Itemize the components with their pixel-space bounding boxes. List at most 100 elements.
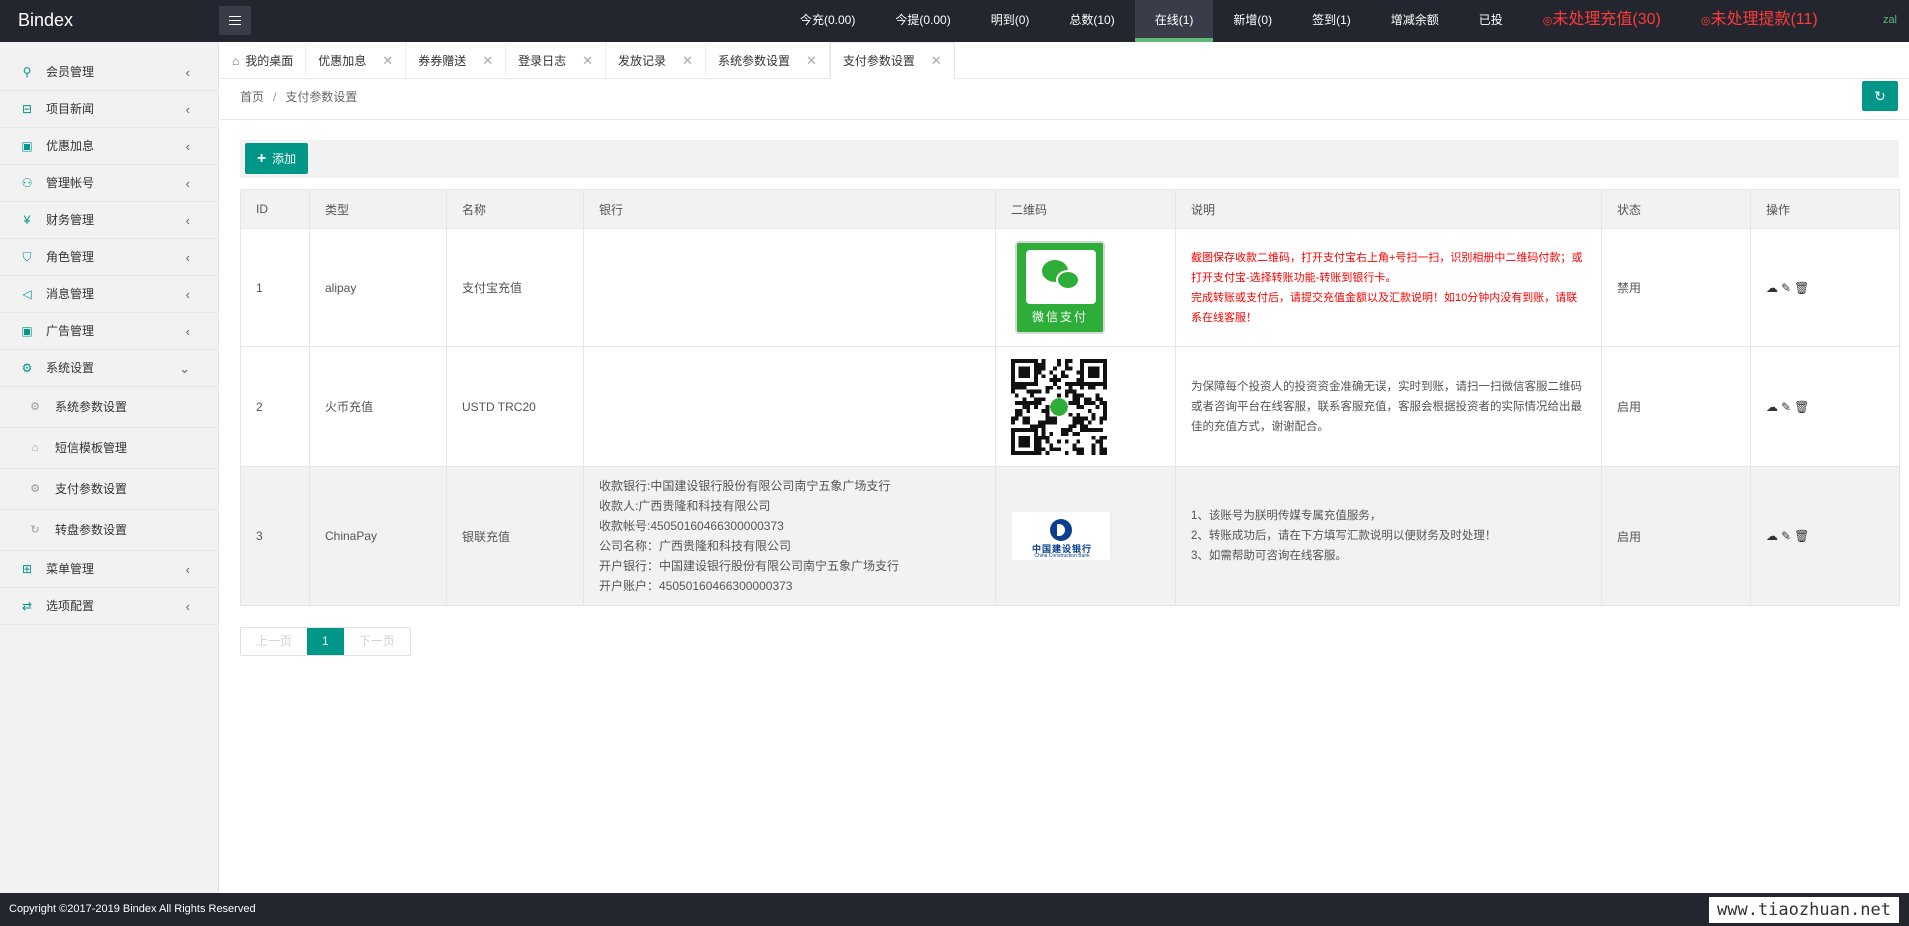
yen-icon: ¥ <box>23 213 31 227</box>
sidebar-item-messages[interactable]: ◁ 消息管理 ‹ <box>0 276 218 313</box>
sidebar-item-finance[interactable]: ¥ 财务管理 ‹ <box>0 202 218 239</box>
column-header-actions[interactable]: 操作 <box>1750 189 1900 229</box>
column-header-description[interactable]: 说明 <box>1175 189 1602 229</box>
nav-today-withdraw[interactable]: 今提(0.00) <box>875 0 970 42</box>
tab-promo[interactable]: 优惠加息 ✕ <box>306 42 407 79</box>
page-number-button[interactable]: 1 <box>307 628 344 655</box>
sidebar-item-label: 会员管理 <box>46 65 95 79</box>
tab-system-params[interactable]: 系统参数设置 ✕ <box>706 42 830 79</box>
table-row: 1 alipay 支付宝充值 微信支付 截图保存收款二维码，打开支付宝右上角+号… <box>240 228 1900 347</box>
top-header: Bindex 今充(0.00) 今提(0.00) 明到(0) 总数(10) 在线… <box>0 0 1909 42</box>
sidebar-item-label: 优惠加息 <box>46 139 95 153</box>
ccb-logo-icon <box>1050 519 1072 541</box>
refresh-button[interactable]: ↻ <box>1862 81 1898 111</box>
column-header-bank[interactable]: 银行 <box>583 189 996 229</box>
sidebar-item-options[interactable]: ⇄ 选项配置 ‹ <box>0 588 218 625</box>
wechat-pay-label: 微信支付 <box>1031 310 1088 324</box>
cell-actions: ☁✎🗑 <box>1750 228 1900 347</box>
tab-issue-records[interactable]: 发放记录 ✕ <box>606 42 706 79</box>
column-header-qrcode[interactable]: 二维码 <box>995 189 1176 229</box>
sidebar-subitem-payment-params[interactable]: ⚙ 支付参数设置 <box>0 469 218 510</box>
cell-name: 银联充值 <box>446 466 584 606</box>
cell-type: 火币充值 <box>309 346 447 467</box>
upload-cloud-icon[interactable]: ☁ <box>1766 281 1781 295</box>
edit-pencil-icon[interactable]: ✎ <box>1781 400 1794 414</box>
cell-bank: 收款银行:中国建设银行股份有限公司南宁五象广场支行 收款人:广西贵隆和科技有限公… <box>583 466 996 606</box>
sidebar-item-members[interactable]: ⚲ 会员管理 ‹ <box>0 54 218 91</box>
sidebar-subitem-wheel-params[interactable]: ↻ 转盘参数设置 <box>0 510 218 551</box>
close-icon[interactable]: ✕ <box>482 43 493 79</box>
add-button[interactable]: + 添加 <box>245 143 308 174</box>
cell-id: 2 <box>240 346 310 467</box>
edit-pencil-icon[interactable]: ✎ <box>1781 281 1794 295</box>
close-icon[interactable]: ✕ <box>931 43 942 79</box>
sidebar-item-label: 菜单管理 <box>46 562 95 576</box>
close-icon[interactable]: ✕ <box>582 43 593 79</box>
sidebar-item-accounts[interactable]: ⚇ 管理帐号 ‹ <box>0 165 218 202</box>
bank-line: 开户银行：中国建设银行股份有限公司南宁五象广场支行 <box>599 559 900 573</box>
column-header-status[interactable]: 状态 <box>1601 189 1751 229</box>
nav-pending-recharge[interactable]: ◎未处理充值(30) <box>1523 0 1681 42</box>
app-logo[interactable]: Bindex <box>18 0 73 42</box>
gear-icon: ⚙ <box>30 401 40 413</box>
nav-pending-withdraw[interactable]: ◎未处理提款(11) <box>1681 0 1838 42</box>
breadcrumb-home[interactable]: 首页 <box>240 90 264 104</box>
sidebar-subitem-sms-templates[interactable]: ⌂ 短信模板管理 <box>0 428 218 469</box>
user-menu[interactable]: zal <box>1883 0 1897 40</box>
column-header-type[interactable]: 类型 <box>309 189 447 229</box>
sidebar-item-promo[interactable]: ▣ 优惠加息 ‹ <box>0 128 218 165</box>
nav-new[interactable]: 新增(0) <box>1213 0 1292 42</box>
nav-today-recharge[interactable]: 今充(0.00) <box>780 0 875 42</box>
upload-cloud-icon[interactable]: ☁ <box>1766 529 1781 543</box>
add-button-label: 添加 <box>272 152 297 166</box>
cell-bank <box>583 346 996 467</box>
sidebar-item-label: 角色管理 <box>46 250 95 264</box>
upload-cloud-icon[interactable]: ☁ <box>1766 400 1781 414</box>
next-page-button[interactable]: 下一页 <box>343 628 410 655</box>
trash-icon[interactable]: 🗑 <box>1794 281 1812 295</box>
nav-adjust-balance[interactable]: 增减余额 <box>1371 0 1459 42</box>
sidebar-item-news[interactable]: ⊟ 项目新闻 ‹ <box>0 91 218 128</box>
trash-icon[interactable]: 🗑 <box>1794 400 1812 414</box>
nav-invested[interactable]: 已投 <box>1459 0 1523 42</box>
wechat-pay-qr-image[interactable]: 微信支付 <box>1015 241 1105 334</box>
sidebar-item-ads[interactable]: ▣ 广告管理 ‹ <box>0 313 218 350</box>
book-icon: ⊟ <box>21 102 33 116</box>
table-row: 3 ChinaPay 银联充值 收款银行:中国建设银行股份有限公司南宁五象广场支… <box>240 466 1900 606</box>
menu-toggle-button[interactable] <box>219 6 251 35</box>
cell-description: 1、该账号为朕明传媒专属充值服务， 2、转账成功后，请在下方填写汇款说明以便财务… <box>1175 466 1602 606</box>
column-header-id[interactable]: ID <box>240 189 310 229</box>
sidebar-item-system[interactable]: ⚙ 系统设置 ⌄ <box>0 350 218 387</box>
close-icon[interactable]: ✕ <box>806 43 817 79</box>
cell-actions: ☁✎🗑 <box>1750 346 1900 467</box>
trash-icon[interactable]: 🗑 <box>1794 529 1812 543</box>
top-nav: 今充(0.00) 今提(0.00) 明到(0) 总数(10) 在线(1) 新增(… <box>780 0 1838 42</box>
tab-payment-params[interactable]: 支付参数设置 ✕ <box>829 42 955 79</box>
ccb-logo-image[interactable]: 中国建设银行 China Construction Bank <box>1011 511 1111 561</box>
nav-checkin[interactable]: 签到(1) <box>1292 0 1371 42</box>
nav-online[interactable]: 在线(1) <box>1134 0 1214 42</box>
qr-code-image[interactable] <box>1011 358 1107 455</box>
tag-icon: ⌂ <box>31 442 39 454</box>
edit-pencil-icon[interactable]: ✎ <box>1781 529 1794 543</box>
breadcrumb: 首页 / 支付参数设置 <box>240 79 357 116</box>
close-icon[interactable]: ✕ <box>382 43 393 79</box>
wechat-bubble-icon <box>1056 270 1080 290</box>
nav-tomorrow-due[interactable]: 明到(0) <box>971 0 1050 42</box>
tab-login-log[interactable]: 登录日志 ✕ <box>506 42 607 79</box>
nav-total[interactable]: 总数(10) <box>1049 0 1134 42</box>
gear-icon: ⚙ <box>21 361 33 375</box>
sidebar-item-roles[interactable]: ⛉ 角色管理 ‹ <box>0 239 218 276</box>
sidebar-item-menus[interactable]: ⊞ 菜单管理 ‹ <box>0 551 218 588</box>
nav-pending-withdraw-label: 未处理提款(11) <box>1710 11 1818 28</box>
close-icon[interactable]: ✕ <box>682 43 693 79</box>
tab-desktop[interactable]: ⌂ 我的桌面 <box>220 42 307 79</box>
column-header-name[interactable]: 名称 <box>446 189 584 229</box>
sidebar-subitem-system-params[interactable]: ⚙ 系统参数设置 <box>0 387 218 428</box>
tab-coupons[interactable]: 券券赠送 ✕ <box>406 42 507 79</box>
plus-icon: + <box>256 149 267 167</box>
bank-line: 开户账户：45050160466300000373 <box>599 579 793 593</box>
hamburger-icon <box>229 16 241 25</box>
prev-page-button[interactable]: 上一页 <box>241 628 308 655</box>
tab-label: 我的桌面 <box>245 53 294 68</box>
